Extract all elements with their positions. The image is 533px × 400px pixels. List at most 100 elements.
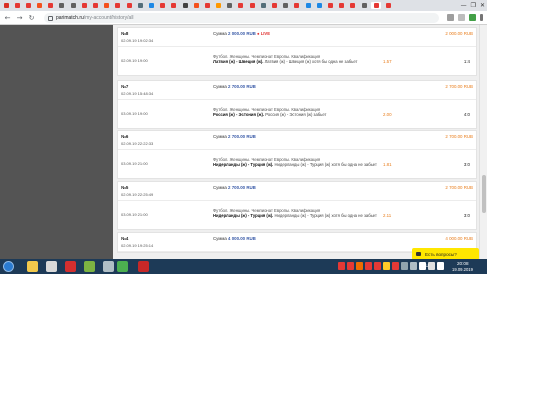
browser-tab[interactable] xyxy=(36,2,44,9)
taskbar-media-icon[interactable] xyxy=(46,261,57,272)
browser-tab[interactable] xyxy=(349,2,357,9)
browser-tab[interactable] xyxy=(170,2,178,9)
bet-card[interactable]: №7 02.09.19 15:48:34 Сумма 2 700.00 RUB 2 7… xyxy=(117,80,477,129)
url-text: parimatch.ru/my-account/history/all xyxy=(56,15,134,21)
tray-icon[interactable] xyxy=(338,262,345,270)
bet-number: №5 xyxy=(121,185,129,190)
tray-icon[interactable] xyxy=(410,262,417,270)
event-score: 1:4 xyxy=(463,59,470,64)
tray-icon[interactable] xyxy=(428,262,435,270)
tab-favicon-icon xyxy=(70,3,76,8)
url-path: /my-account/history/all xyxy=(83,15,134,21)
browser-tab[interactable] xyxy=(2,2,10,9)
taskbar-opera-icon[interactable] xyxy=(65,261,76,272)
key-icon[interactable] xyxy=(447,14,454,21)
browser-tab[interactable] xyxy=(326,2,334,9)
browser-tab[interactable] xyxy=(304,2,312,9)
tab-favicon-icon xyxy=(204,3,210,8)
browser-tab[interactable] xyxy=(315,2,323,9)
browser-tab[interactable] xyxy=(192,2,200,9)
clock-date[interactable]: 19.09.2019 xyxy=(452,267,473,272)
star-icon[interactable] xyxy=(458,14,465,21)
browser-tab[interactable] xyxy=(293,2,301,9)
tray-icon[interactable] xyxy=(392,262,399,270)
tab-favicon-icon xyxy=(81,3,87,8)
tab-favicon-icon xyxy=(104,3,110,8)
bet-card[interactable]: №8 02.09.19 19:02:34 Сумма 2 000.00 RUB ● L… xyxy=(117,27,477,76)
browser-tab[interactable] xyxy=(203,2,211,9)
taskbar-app-red-icon[interactable] xyxy=(138,261,149,272)
browser-tab[interactable] xyxy=(114,2,122,9)
bet-stake: Сумма 2 700.00 RUB xyxy=(213,134,256,139)
bet-placed-time: 02.09.19 22:25:49 xyxy=(121,192,154,197)
tray-icon[interactable] xyxy=(374,262,381,270)
browser-tab[interactable] xyxy=(338,2,346,9)
browser-tab[interactable] xyxy=(360,2,368,9)
menu-icon[interactable] xyxy=(480,14,483,21)
event-pick: Латвия (ж) - Швеция (ж) хотя бы одна не … xyxy=(264,59,358,64)
maximize-button[interactable]: ❐ xyxy=(471,2,476,9)
address-bar-row: ← → ↻ parimatch.ru/my-account/history/al… xyxy=(0,11,487,25)
bet-number: №7 xyxy=(121,84,129,89)
clock-time[interactable]: 20:08 xyxy=(457,261,469,266)
browser-tab[interactable] xyxy=(92,2,100,9)
browser-tab[interactable] xyxy=(181,2,189,9)
browser-tab[interactable] xyxy=(58,2,66,9)
bet-number: №6 xyxy=(121,134,129,139)
taskbar-paint-icon[interactable] xyxy=(84,261,95,272)
tray-icon[interactable] xyxy=(401,262,408,270)
bet-stake: Сумма 2 700.00 RUB xyxy=(213,185,256,190)
browser-tab[interactable] xyxy=(69,2,77,9)
browser-tab[interactable] xyxy=(215,2,223,9)
extension-icon[interactable] xyxy=(469,14,476,21)
minimize-button[interactable]: — xyxy=(461,2,467,9)
browser-tab[interactable] xyxy=(47,2,55,9)
tab-favicon-icon xyxy=(305,3,311,8)
bet-card[interactable]: №5 02.09.19 22:25:49 Сумма 2 700.00 RUB 2 7… xyxy=(117,181,477,230)
tray-icon[interactable] xyxy=(437,262,444,270)
bet-payout: 2 700.00 RUB xyxy=(445,84,473,89)
tab-favicon-icon xyxy=(283,3,289,8)
browser-tab[interactable] xyxy=(159,2,167,9)
browser-tab[interactable] xyxy=(13,2,21,9)
page-scrollbar[interactable] xyxy=(479,25,487,259)
event-selection: Нидерланды (ж) - Турция (ж). Нидерланды … xyxy=(213,213,378,218)
browser-tab[interactable] xyxy=(271,2,279,9)
url-input[interactable]: parimatch.ru/my-account/history/all xyxy=(44,13,439,23)
scroll-thumb[interactable] xyxy=(482,175,486,213)
browser-tab[interactable] xyxy=(136,2,144,9)
tray-icon[interactable] xyxy=(356,262,363,270)
tab-favicon-icon xyxy=(350,3,356,8)
taskbar-chrome-icon[interactable] xyxy=(117,261,128,272)
forward-button[interactable]: → xyxy=(15,13,24,22)
browser-tab[interactable] xyxy=(259,2,267,9)
bet-card[interactable]: №6 02.09.19 22:22:33 Сумма 2 700.00 RUB 2 7… xyxy=(117,130,477,179)
reload-button[interactable]: ↻ xyxy=(27,13,36,22)
close-window-button[interactable]: ✕ xyxy=(480,2,485,9)
tray-icon[interactable] xyxy=(365,262,372,270)
taskbar-explorer-icon[interactable] xyxy=(27,261,38,272)
tab-favicon-icon xyxy=(48,3,54,8)
browser-tab[interactable] xyxy=(125,2,133,9)
browser-tab[interactable] xyxy=(371,2,382,9)
tray-icon[interactable] xyxy=(347,262,354,270)
browser-tab[interactable] xyxy=(103,2,111,9)
event-match: Россия (ж) - Эстония (ж). xyxy=(213,112,265,117)
back-button[interactable]: ← xyxy=(3,13,12,22)
browser-tab[interactable] xyxy=(282,2,290,9)
browser-tab[interactable] xyxy=(248,2,256,9)
browser-tab[interactable] xyxy=(384,2,392,9)
taskbar-viewer-icon[interactable] xyxy=(103,261,114,272)
tab-strip xyxy=(0,0,487,11)
left-panel xyxy=(0,25,113,259)
language-indicator[interactable]: RU xyxy=(422,263,429,268)
browser-tab[interactable] xyxy=(237,2,245,9)
browser-tab[interactable] xyxy=(80,2,88,9)
bet-placed-time: 02.09.19 19:02:34 xyxy=(121,38,154,43)
browser-tab[interactable] xyxy=(226,2,234,9)
start-button[interactable] xyxy=(3,261,14,272)
tray-icon[interactable] xyxy=(383,262,390,270)
browser-tab[interactable] xyxy=(24,2,32,9)
browser-tab[interactable] xyxy=(147,2,155,9)
bet-payout: 2 000.00 RUB xyxy=(445,31,473,36)
